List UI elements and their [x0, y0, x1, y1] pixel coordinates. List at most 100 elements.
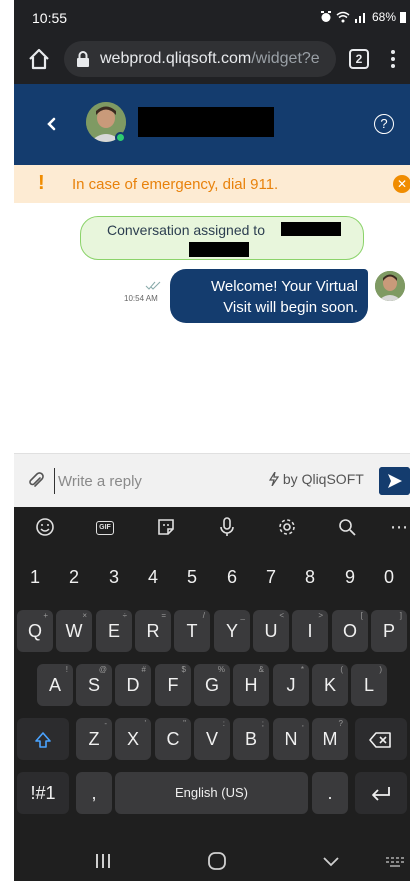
key-m[interactable]: ? M [312, 718, 348, 760]
key-0[interactable]: 0 [371, 557, 407, 599]
key-label: I [307, 621, 313, 641]
browser-toolbar: webprod.qliqsoft.com/widget?e 2 [14, 34, 410, 84]
comma-key[interactable]: , [76, 772, 112, 814]
key-label: T [186, 621, 198, 641]
key-2[interactable]: 2 [56, 557, 92, 599]
assignee-redacted [281, 222, 341, 236]
key-i[interactable]: > I [292, 610, 328, 652]
onscreen-keyboard: GIF ⋯ 1 2 3 4 5 6 7 8 9 0 + Q × W ÷ E = R / T… [14, 507, 410, 881]
key-4[interactable]: 4 [135, 557, 171, 599]
key-x[interactable]: ' X [115, 718, 151, 760]
key-label: O [342, 621, 357, 641]
key-hint: : [222, 719, 225, 728]
close-banner-icon[interactable]: ✕ [393, 175, 410, 193]
key-s[interactable]: @ S [76, 664, 112, 706]
key-label: K [323, 675, 336, 695]
key-l[interactable]: ) L [351, 664, 387, 706]
key-label: P [382, 621, 395, 641]
key-label: U [264, 621, 278, 641]
key-e[interactable]: ÷ E [96, 610, 132, 652]
key-p[interactable]: ] P [371, 610, 407, 652]
shift-icon [35, 732, 51, 749]
key-q[interactable]: + Q [17, 610, 53, 652]
space-key[interactable]: English (US) [115, 772, 308, 814]
shift-key[interactable] [17, 718, 69, 760]
sender-avatar-photo [375, 271, 405, 301]
back-nav-icon[interactable] [320, 851, 342, 871]
key-hint: ! [65, 665, 68, 674]
key-v[interactable]: :V [194, 718, 230, 760]
home-nav-icon[interactable] [206, 851, 228, 871]
key-n[interactable]: ,N [273, 718, 309, 760]
reply-input[interactable] [54, 468, 234, 494]
microphone-icon[interactable] [216, 516, 238, 538]
key-label: G [204, 675, 219, 695]
backspace-key[interactable] [355, 718, 407, 760]
more-options-icon[interactable]: ⋯ [388, 516, 410, 538]
key-hint: , [301, 719, 304, 728]
key-label: H [244, 675, 258, 695]
key-hint: _ [240, 611, 245, 620]
send-icon[interactable] [379, 467, 410, 495]
key-1[interactable]: 1 [17, 557, 53, 599]
lightning-icon [268, 471, 280, 487]
period-key[interactable]: . [312, 772, 348, 814]
key-label: D [126, 675, 140, 695]
key-hint: + [43, 611, 48, 620]
key-label: S [87, 675, 100, 695]
help-button[interactable]: ? [374, 114, 394, 134]
key-u[interactable]: < U [253, 610, 289, 652]
status-time: 10:55 [32, 10, 68, 26]
key-y[interactable]: _ Y [214, 610, 250, 652]
key-9[interactable]: 9 [332, 557, 368, 599]
key-label: F [167, 675, 179, 695]
key-k[interactable]: (K [312, 664, 348, 706]
settings-gear-icon[interactable] [276, 516, 298, 538]
backspace-icon [369, 732, 391, 749]
key-c[interactable]: " C [155, 718, 191, 760]
key-3[interactable]: 3 [96, 557, 132, 599]
key-j[interactable]: * J [273, 664, 309, 706]
gif-icon[interactable]: GIF [94, 516, 116, 538]
key-g[interactable]: % G [194, 664, 230, 706]
home-icon[interactable] [26, 46, 52, 72]
key-6[interactable]: 6 [214, 557, 250, 599]
key-d[interactable]: # D [115, 664, 151, 706]
message-line-1: Welcome! Your Virtual [210, 278, 358, 295]
chat-messages: Conversation assigned to 10:54 AM Welcom… [14, 203, 410, 453]
sticker-icon[interactable] [155, 516, 177, 538]
key-hint: ' [144, 719, 146, 728]
phone-screen: 10:55 68% webprod.qliqsoft.com/widget?e … [14, 0, 410, 881]
key-label: R [146, 621, 160, 641]
emoji-icon[interactable] [34, 516, 56, 538]
key-5[interactable]: 5 [174, 557, 210, 599]
back-chevron-icon[interactable] [42, 110, 62, 138]
key-hint: ] [399, 611, 402, 620]
key-r[interactable]: = R [135, 610, 171, 652]
key-z[interactable]: -Z [76, 718, 112, 760]
key-h[interactable]: & H [233, 664, 269, 706]
key-o[interactable]: [O [332, 610, 368, 652]
key-label: W [65, 621, 83, 641]
tab-switcher-button[interactable]: 2 [349, 49, 369, 69]
alarm-icon [320, 11, 331, 22]
key-hint: [ [360, 611, 363, 620]
key-hint: / [202, 611, 205, 620]
enter-key[interactable] [355, 772, 407, 814]
key-w[interactable]: × W [56, 610, 92, 652]
more-menu-icon[interactable] [386, 47, 400, 71]
search-icon[interactable] [336, 516, 358, 538]
message-line-2: Visit will begin soon. [223, 299, 358, 316]
key-t[interactable]: / T [174, 610, 210, 652]
url-bar[interactable]: webprod.qliqsoft.com/widget?e [64, 41, 336, 77]
recents-icon[interactable] [92, 851, 114, 871]
key-8[interactable]: 8 [292, 557, 328, 599]
key-a[interactable]: ! A [37, 664, 73, 706]
symbols-key[interactable]: !#1 [17, 772, 69, 814]
attachment-icon[interactable] [28, 472, 44, 490]
key-b[interactable]: ; B [233, 718, 269, 760]
message-bubble: Welcome! Your Virtual Visit will begin s… [170, 269, 368, 323]
keyboard-switch-icon[interactable] [384, 851, 406, 871]
key-f[interactable]: $ F [155, 664, 191, 706]
key-7[interactable]: 7 [253, 557, 289, 599]
